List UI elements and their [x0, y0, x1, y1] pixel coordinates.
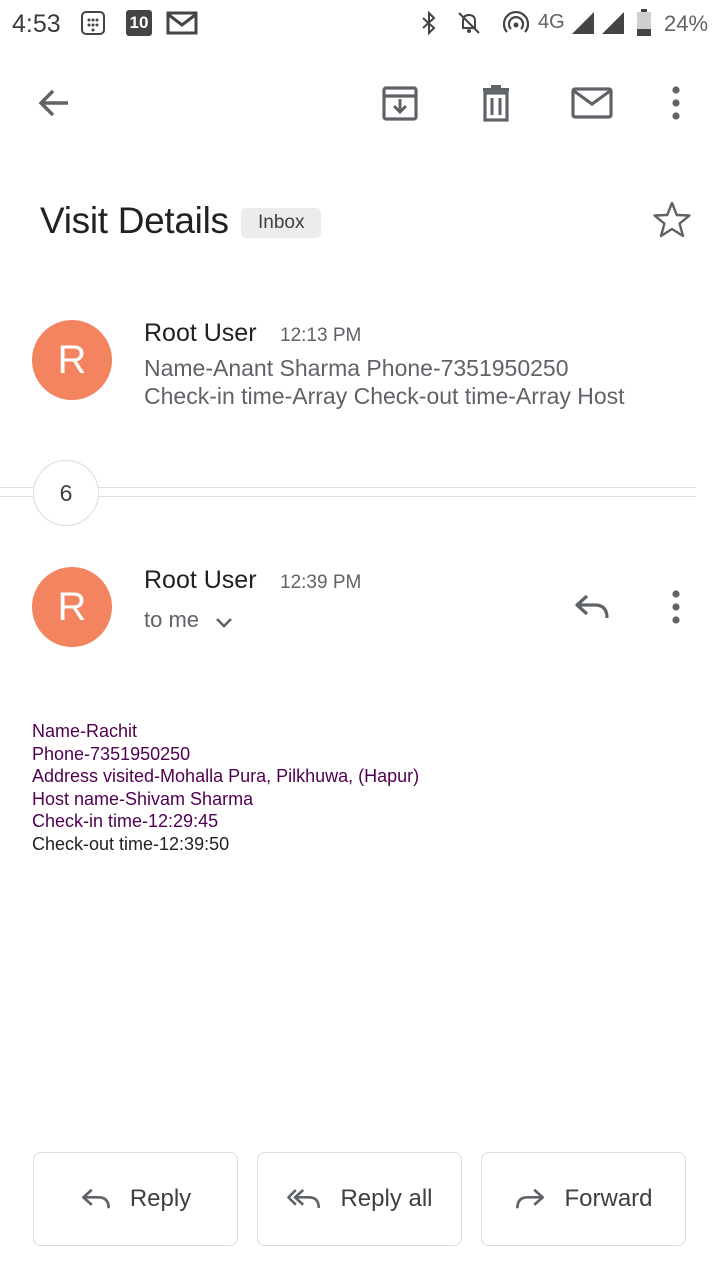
- body-line-phone: Phone-7351950250: [32, 744, 191, 764]
- forward-icon: [516, 1188, 545, 1209]
- delete-button[interactable]: [472, 79, 520, 127]
- body-line-host: Host name-Shivam Sharma: [32, 789, 254, 809]
- more-vert-icon: [672, 86, 680, 120]
- sender-name-expanded: Root User: [144, 566, 257, 594]
- network-type: 4G: [538, 11, 565, 33]
- message-time: 12:13 PM: [280, 325, 362, 346]
- mail-icon: [571, 87, 613, 119]
- bluetooth-icon: [416, 10, 442, 36]
- forward-label: Forward: [564, 1185, 653, 1212]
- more-vert-icon: [672, 590, 680, 624]
- sender-avatar[interactable]: R: [32, 320, 112, 400]
- reply-button[interactable]: Reply: [33, 1152, 238, 1246]
- reply-icon: [575, 594, 609, 619]
- body-line-checkin: Check-in time-12:29:45: [32, 811, 219, 831]
- reply-all-icon: [287, 1189, 321, 1209]
- gmail-icon: [166, 10, 198, 36]
- sender-avatar-expanded[interactable]: R: [32, 567, 112, 647]
- forward-button[interactable]: Forward: [481, 1152, 686, 1246]
- reply-button-header[interactable]: [568, 583, 616, 631]
- thread-divider-bottom: [0, 496, 696, 497]
- reply-label: Reply: [129, 1185, 192, 1212]
- mark-unread-button[interactable]: [568, 79, 616, 127]
- battery-icon: [636, 9, 652, 36]
- star-button[interactable]: [648, 196, 696, 244]
- inbox-label-chip[interactable]: Inbox: [241, 208, 322, 238]
- email-subject: Visit Details: [40, 200, 229, 241]
- battery-percent: 24%: [664, 11, 709, 36]
- reply-icon: [81, 1188, 110, 1209]
- back-button[interactable]: [30, 79, 78, 127]
- archive-button[interactable]: [376, 79, 424, 127]
- message-snippet-line1[interactable]: Name-Anant Sharma Phone-7351950250: [144, 354, 569, 383]
- signal-icon: [570, 10, 596, 36]
- archive-icon: [382, 86, 418, 121]
- reply-all-button[interactable]: Reply all: [257, 1152, 462, 1246]
- sender-name: Root User: [144, 319, 257, 347]
- notification-count-badge: 10: [126, 10, 152, 36]
- body-line-name: Name-Rachit: [32, 721, 138, 741]
- notifications-off-icon: [456, 10, 482, 36]
- body-line-address: Address visited-Mohalla Pura, Pilkhuwa, …: [32, 766, 420, 786]
- calendar-grid-icon: [80, 10, 106, 36]
- arrow-back-icon: [38, 89, 68, 117]
- recipient-text: to me: [144, 607, 200, 632]
- body-line-checkout: Check-out time-12:39:50: [32, 834, 230, 854]
- chevron-down-icon: [216, 618, 232, 628]
- recipient-details-toggle[interactable]: to me: [144, 607, 233, 633]
- signal-icon-2: [600, 10, 626, 36]
- more-options-button[interactable]: [652, 79, 700, 127]
- message-time-expanded: 12:39 PM: [280, 572, 362, 593]
- reply-all-label: Reply all: [340, 1185, 433, 1212]
- star-outline-icon: [653, 201, 691, 238]
- status-time: 4:53: [12, 10, 61, 38]
- message-more-button[interactable]: [652, 583, 700, 631]
- delete-icon: [483, 85, 509, 122]
- thread-divider-top: [0, 487, 696, 488]
- message-snippet-line2[interactable]: Check-in time-Array Check-out time-Array…: [144, 382, 625, 411]
- hotspot-icon: [503, 10, 529, 36]
- collapsed-messages-count[interactable]: 6: [33, 460, 99, 526]
